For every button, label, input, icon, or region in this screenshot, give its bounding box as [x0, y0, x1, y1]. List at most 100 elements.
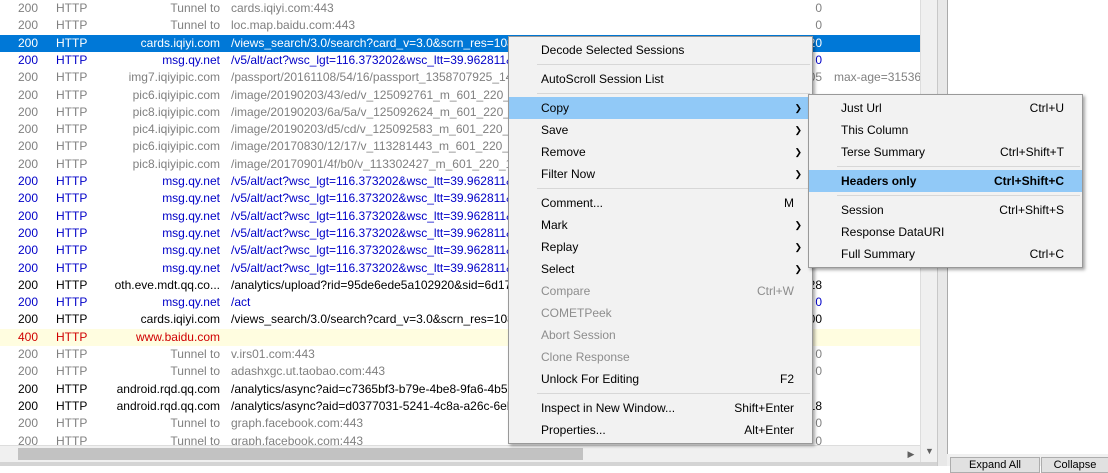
menu-item-label: Inspect in New Window...: [541, 401, 676, 415]
menu-item-shortcut: M: [784, 196, 794, 210]
result-cell: 200: [17, 433, 38, 446]
menu-item-label: Clone Response: [541, 350, 630, 364]
protocol-cell: HTTP: [56, 364, 88, 379]
session-context-menu: Decode Selected Sessions AutoScroll Sessi…: [508, 36, 813, 444]
result-cell: 200: [17, 277, 38, 292]
chevron-right-icon: ❯: [794, 220, 802, 230]
horizontal-scrollbar[interactable]: ▶: [0, 445, 920, 463]
host-cell: msg.qy.net: [162, 208, 220, 223]
host-cell: Tunnel to: [170, 364, 220, 379]
protocol-cell: HTTP: [56, 329, 88, 344]
result-cell: 200: [17, 398, 38, 413]
result-cell: 200: [17, 243, 38, 258]
protocol-cell: HTTP: [56, 52, 88, 67]
collapse-button[interactable]: Collapse: [1041, 457, 1108, 473]
result-cell: 200: [17, 191, 38, 206]
protocol-cell: HTTP: [56, 70, 88, 85]
menu-item-label: Mark: [541, 218, 568, 232]
menu-replay[interactable]: Replay ❯: [509, 236, 812, 258]
host-cell: pic6.iqiyipic.com: [132, 87, 220, 102]
menu-item-label: Terse Summary: [841, 145, 926, 159]
protocol-cell: HTTP: [56, 347, 88, 361]
host-cell: msg.qy.net: [162, 243, 220, 258]
submenu-response-datauri[interactable]: Response DataURI: [809, 221, 1082, 243]
arrow-down-icon[interactable]: ▼: [921, 446, 938, 456]
result-cell: 200: [17, 347, 38, 361]
menu-inspect-new-window[interactable]: Inspect in New Window... Shift+Enter: [509, 397, 812, 419]
protocol-cell: HTTP: [56, 104, 88, 119]
scrollbar-thumb[interactable]: [18, 448, 583, 460]
status-strip: [0, 462, 945, 466]
result-cell: 200: [17, 104, 38, 119]
menu-copy[interactable]: Copy ❯: [509, 97, 812, 119]
menu-item-label: Headers only: [841, 174, 917, 188]
result-cell: 200: [17, 381, 38, 396]
arrow-right-icon[interactable]: ▶: [904, 446, 918, 463]
protocol-cell: HTTP: [56, 174, 88, 188]
menu-item-label: Save: [541, 123, 569, 137]
menu-item-shortcut: Ctrl+U: [1029, 101, 1064, 115]
host-cell: pic6.iqiyipic.com: [132, 139, 220, 154]
protocol-cell: HTTP: [56, 87, 88, 102]
submenu-terse-summary[interactable]: Terse Summary Ctrl+Shift+T: [809, 141, 1082, 163]
menu-properties[interactable]: Properties... Alt+Enter: [509, 419, 812, 441]
result-cell: 200: [17, 312, 38, 327]
result-cell: 200: [17, 416, 38, 431]
menu-item-label: Decode Selected Sessions: [541, 43, 685, 57]
host-cell: www.baidu.com: [135, 329, 220, 344]
menu-filter-now[interactable]: Filter Now ❯: [509, 163, 812, 185]
menu-mark[interactable]: Mark ❯: [509, 214, 812, 236]
menu-item-label: Compare: [541, 284, 591, 298]
result-cell: 400: [17, 329, 38, 344]
result-cell: 200: [17, 364, 38, 379]
host-cell: pic8.iqiyipic.com: [132, 156, 220, 171]
host-cell: pic8.iqiyipic.com: [132, 104, 220, 119]
host-cell: android.rqd.qq.com: [116, 381, 220, 396]
host-cell: msg.qy.net: [162, 225, 220, 240]
caching-cell: max-age=315360: [834, 70, 920, 85]
menu-item-label: Copy: [541, 101, 570, 115]
menu-unlock-for-editing[interactable]: Unlock For Editing F2: [509, 368, 812, 390]
menu-item-label: Session: [841, 203, 884, 217]
result-cell: 200: [17, 70, 38, 85]
protocol-cell: HTTP: [56, 433, 88, 446]
host-cell: android.rqd.qq.com: [116, 398, 220, 413]
host-cell: Tunnel to: [170, 18, 220, 33]
submenu-headers-only[interactable]: Headers only Ctrl+Shift+C: [809, 170, 1082, 192]
protocol-cell: HTTP: [56, 416, 88, 431]
menu-item-label: Filter Now: [541, 167, 596, 181]
menu-item-shortcut: Alt+Enter: [744, 423, 794, 437]
menu-remove[interactable]: Remove ❯: [509, 141, 812, 163]
expand-all-button[interactable]: Expand All: [950, 457, 1040, 473]
menu-separator: [537, 64, 810, 65]
host-cell: cards.iqiyi.com: [140, 35, 220, 50]
submenu-this-column[interactable]: This Column: [809, 119, 1082, 141]
protocol-cell: HTTP: [56, 139, 88, 154]
menu-comment[interactable]: Comment... M: [509, 192, 812, 214]
chevron-right-icon: ❯: [794, 147, 802, 157]
protocol-cell: HTTP: [56, 35, 88, 50]
submenu-full-summary[interactable]: Full Summary Ctrl+C: [809, 243, 1082, 265]
result-cell: 200: [17, 225, 38, 240]
protocol-cell: HTTP: [56, 260, 88, 275]
chevron-right-icon: ❯: [794, 169, 802, 179]
menu-abort-session: Abort Session: [509, 324, 812, 346]
menu-item-label: This Column: [841, 123, 909, 137]
menu-decode-selected-sessions[interactable]: Decode Selected Sessions: [509, 39, 812, 61]
menu-save[interactable]: Save ❯: [509, 119, 812, 141]
host-cell: Tunnel to: [170, 1, 220, 15]
menu-item-label: Remove: [541, 145, 586, 159]
result-cell: 200: [17, 122, 38, 137]
result-cell: 200: [17, 174, 38, 188]
submenu-just-url[interactable]: Just Url Ctrl+U: [809, 97, 1082, 119]
result-cell: 200: [17, 260, 38, 275]
submenu-session[interactable]: Session Ctrl+Shift+S: [809, 199, 1082, 221]
protocol-cell: HTTP: [56, 398, 88, 413]
session-row[interactable]: 200 HTTP Tunnel to cards.iqiyi.com:443 0: [0, 0, 920, 17]
menu-separator: [837, 166, 1080, 167]
session-row[interactable]: 200 HTTP Tunnel to loc.map.baidu.com:443 0: [0, 17, 920, 34]
menu-autoscroll-session-list[interactable]: AutoScroll Session List: [509, 68, 812, 90]
protocol-cell: HTTP: [56, 208, 88, 223]
menu-select[interactable]: Select ❯: [509, 258, 812, 280]
protocol-cell: HTTP: [56, 295, 88, 310]
